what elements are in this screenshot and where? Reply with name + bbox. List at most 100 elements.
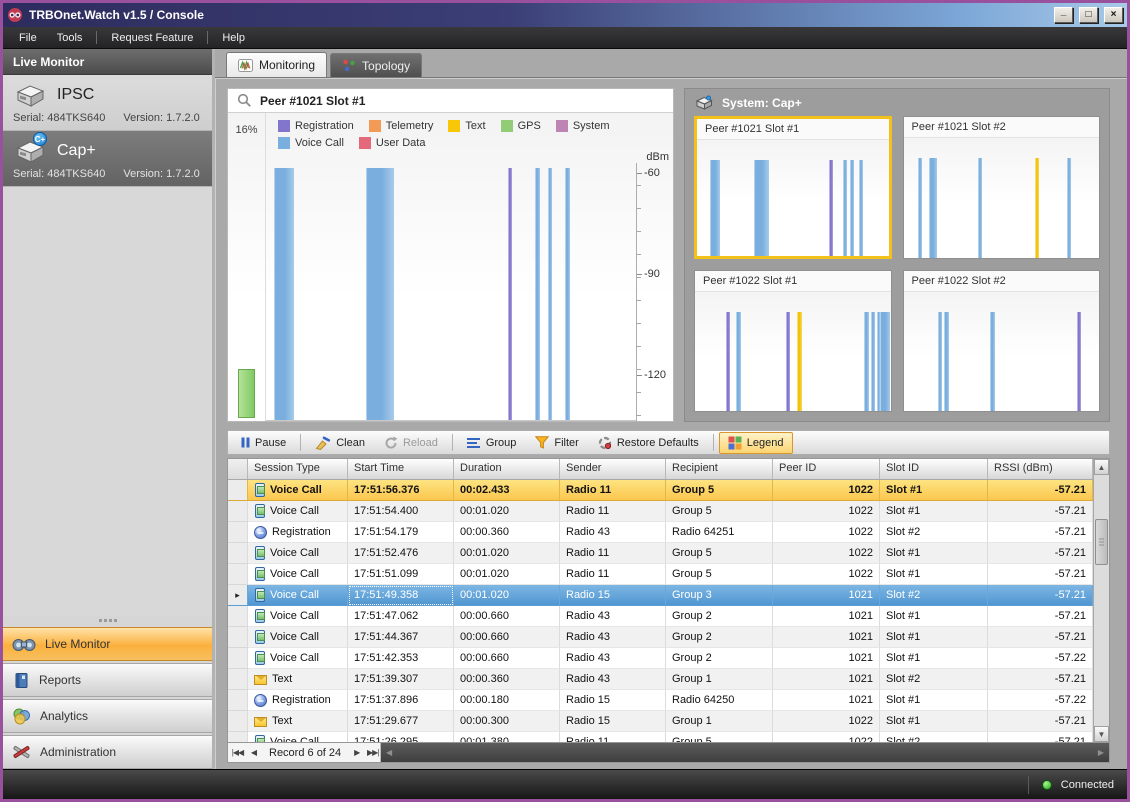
table-row[interactable]: Voice Call 17:51:56.376 00:02.433 Radio … [228, 480, 1093, 501]
filter-button[interactable]: Filter [526, 432, 587, 453]
device-item[interactable]: IPSC Serial: 484TKS640 Version: 1.7.2.0 [3, 75, 212, 131]
rssi-value: -57.21 [988, 606, 1093, 627]
table-row[interactable]: Text 17:51:29.677 00:00.300 Radio 15 Gro… [228, 711, 1093, 732]
nav-analytics[interactable]: Analytics [3, 699, 212, 733]
menu-tools[interactable]: Tools [47, 29, 93, 47]
table-row[interactable]: Text 17:51:39.307 00:00.360 Radio 43 Gro… [228, 669, 1093, 690]
table-row[interactable]: Voice Call 17:51:26.295 00:01.380 Radio … [228, 732, 1093, 742]
scroll-up-icon[interactable]: ▲ [1094, 459, 1109, 475]
table-row[interactable]: Voice Call 17:51:52.476 00:01.020 Radio … [228, 543, 1093, 564]
channel-load-label: 16% [235, 124, 257, 136]
scroll-down-icon[interactable]: ▼ [1094, 726, 1109, 742]
legend-item: System [556, 120, 610, 132]
clean-button[interactable]: Clean [306, 432, 374, 454]
row-pointer [228, 690, 248, 711]
monitoring-content: Peer #1021 Slot #1 16% [215, 77, 1127, 769]
device-name: IPSC [57, 86, 94, 104]
legend-button[interactable]: Legend [719, 432, 793, 454]
table-row[interactable]: Registration 17:51:37.896 00:00.180 Radi… [228, 690, 1093, 711]
row-indicator-header [228, 459, 248, 479]
rssi-value: -57.21 [988, 711, 1093, 732]
tab-monitoring[interactable]: Monitoring [226, 52, 327, 77]
sender: Radio 11 [560, 732, 666, 742]
reload-icon [384, 436, 398, 450]
session-bar [938, 312, 943, 411]
sender: Radio 15 [560, 690, 666, 711]
table-header-row: Session Type Start Time Duration Sender … [228, 459, 1093, 480]
tab-topology[interactable]: Topology [330, 53, 422, 77]
minimize-button[interactable]: _ [1054, 7, 1073, 23]
vertical-scrollbar[interactable]: ▲ ▼ [1093, 459, 1109, 742]
peer-id: 1022 [773, 480, 880, 501]
menu-help[interactable]: Help [212, 29, 255, 47]
sender: Radio 43 [560, 627, 666, 648]
session-type-icon [255, 546, 265, 560]
system-panel: System: Cap+ Peer #1021 Slot #1 Peer # [684, 88, 1110, 422]
column-header[interactable]: Start Time [348, 459, 454, 479]
scroll-left-icon[interactable]: ◀ [386, 748, 392, 757]
session-bar [710, 160, 720, 256]
peer-id: 1022 [773, 732, 880, 742]
peer-id: 1022 [773, 522, 880, 543]
nav-live-monitor[interactable]: Live Monitor [3, 627, 212, 661]
table-row[interactable]: Voice Call 17:51:42.353 00:00.660 Radio … [228, 648, 1093, 669]
pause-button[interactable]: Pause [232, 433, 295, 453]
column-header[interactable]: RSSI (dBm) [988, 459, 1093, 479]
status-separator [1028, 776, 1029, 794]
scrollbar-thumb[interactable] [1095, 519, 1108, 565]
menu-request-feature[interactable]: Request Feature [101, 29, 203, 47]
peer-chart-card[interactable]: Peer #1021 Slot #2 [903, 116, 1101, 259]
close-button[interactable]: × [1104, 7, 1123, 23]
reload-button[interactable]: Reload [375, 432, 447, 454]
table-row[interactable]: Voice Call 17:51:51.099 00:01.020 Radio … [228, 564, 1093, 585]
legend-swatch [369, 120, 381, 132]
duration: 00:00.660 [454, 606, 560, 627]
column-header[interactable]: Sender [560, 459, 666, 479]
session-bar [859, 160, 863, 256]
menu-file[interactable]: File [9, 29, 47, 47]
peer-chart-plot [904, 138, 1100, 258]
rssi-bars-plot[interactable] [266, 163, 636, 421]
peer-chart-card[interactable]: Peer #1022 Slot #1 [694, 270, 892, 413]
scroll-right-icon[interactable]: ▶ [1098, 748, 1104, 757]
column-header[interactable]: Recipient [666, 459, 773, 479]
column-header[interactable]: Slot ID [880, 459, 988, 479]
rssi-value: -57.21 [988, 732, 1093, 742]
column-header[interactable]: Peer ID [773, 459, 880, 479]
peer-chart-card[interactable]: Peer #1021 Slot #1 [694, 116, 892, 259]
peer-chart-card[interactable]: Peer #1022 Slot #2 [903, 270, 1101, 413]
first-record-button[interactable]: |◀◀ [230, 748, 245, 757]
column-header[interactable]: Session Type [248, 459, 348, 479]
column-header[interactable]: Duration [454, 459, 560, 479]
peer-id: 1021 [773, 690, 880, 711]
device-item[interactable]: C+ Cap+ Serial: 484TKS640 Version: 1.7.2… [3, 131, 212, 187]
slot-id: Slot #1 [880, 711, 988, 732]
record-counter: Record 6 of 24 [262, 747, 348, 759]
nav-label: Analytics [40, 709, 88, 723]
last-record-button[interactable]: ▶▶| [365, 748, 380, 757]
rssi-value: -57.21 [988, 480, 1093, 501]
toolbar-separator [300, 434, 301, 451]
sidebar-splitter[interactable] [3, 616, 212, 625]
next-record-button[interactable]: ▶ [349, 748, 364, 757]
maximize-button[interactable]: □ [1079, 7, 1098, 23]
row-pointer [228, 732, 248, 742]
table-row[interactable]: ▸ Voice Call 17:51:49.358 00:01.020 Radi… [228, 585, 1093, 606]
restore-defaults-button[interactable]: Restore Defaults [589, 432, 708, 454]
slot-id: Slot #1 [880, 564, 988, 585]
device-version: Version: 1.7.2.0 [123, 112, 199, 124]
device-serial: Serial: 484TKS640 [13, 168, 105, 180]
table-row[interactable]: Registration 17:51:54.179 00:00.360 Radi… [228, 522, 1093, 543]
peer-id: 1022 [773, 711, 880, 732]
nav-administration[interactable]: Administration [3, 735, 212, 769]
group-button[interactable]: Group [458, 433, 526, 453]
prev-record-button[interactable]: ◀ [246, 748, 261, 757]
peer-id: 1021 [773, 627, 880, 648]
row-pointer [228, 711, 248, 732]
peer-id: 1021 [773, 606, 880, 627]
nav-reports[interactable]: Reports [3, 663, 212, 697]
table-row[interactable]: Voice Call 17:51:44.367 00:00.660 Radio … [228, 627, 1093, 648]
table-row[interactable]: Voice Call 17:51:54.400 00:01.020 Radio … [228, 501, 1093, 522]
table-row[interactable]: Voice Call 17:51:47.062 00:00.660 Radio … [228, 606, 1093, 627]
horizontal-scrollbar[interactable]: ◀ ▶ [381, 743, 1109, 762]
